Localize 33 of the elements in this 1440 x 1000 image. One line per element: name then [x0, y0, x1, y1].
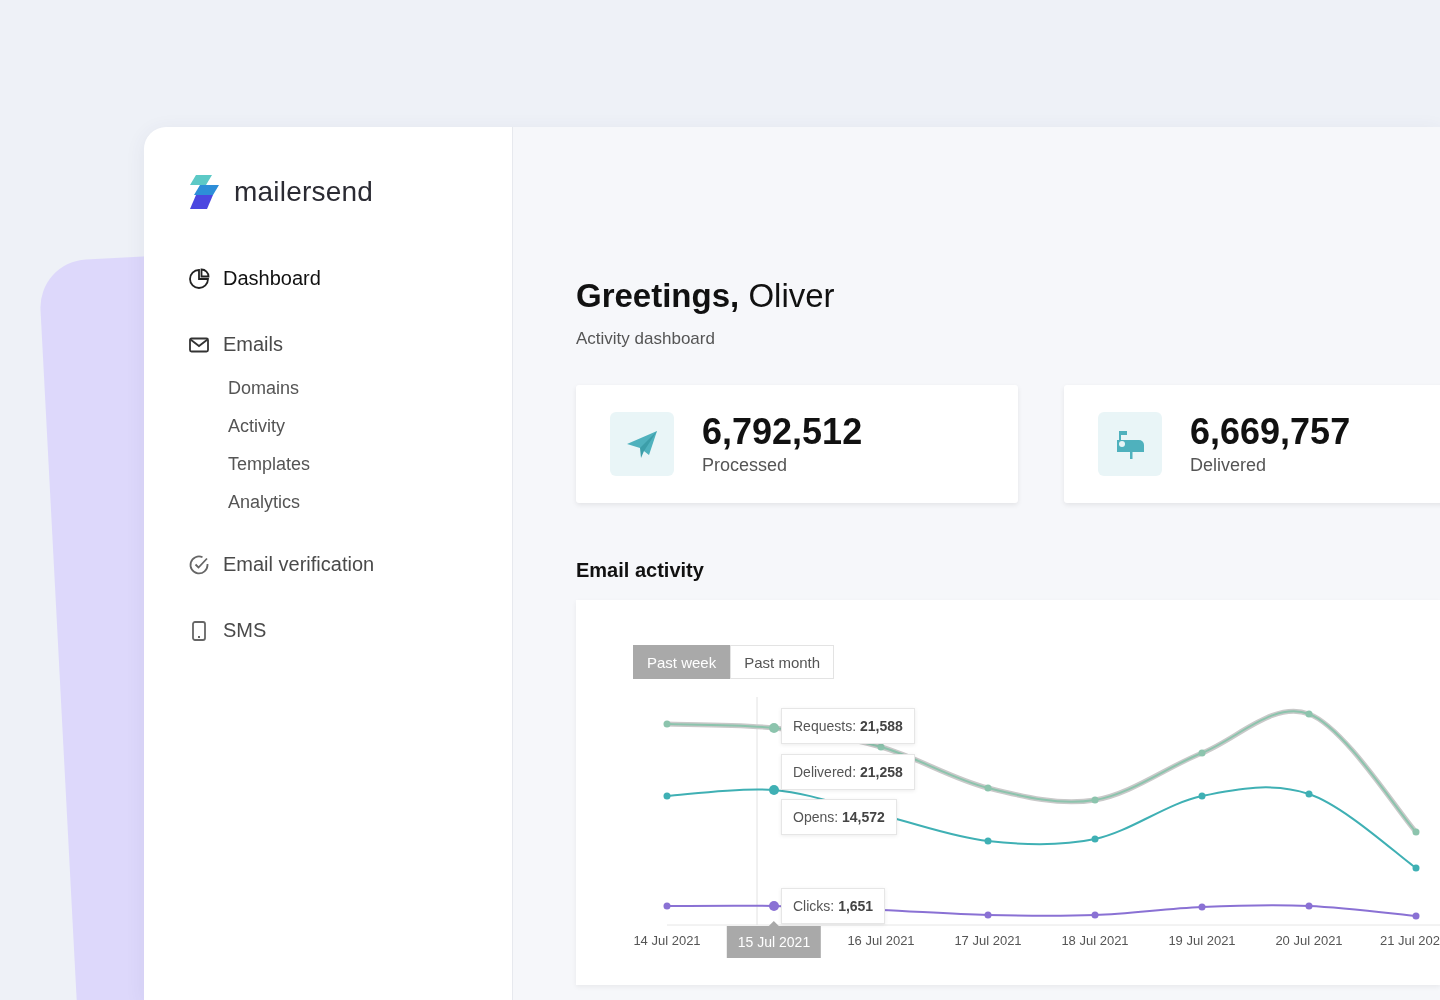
x-axis-label: 20 Jul 2021 — [1275, 933, 1343, 948]
x-axis-label: 18 Jul 2021 — [1061, 933, 1129, 948]
x-axis-label: 14 Jul 2021 — [633, 933, 701, 948]
nav-item[interactable]: Email verification — [188, 553, 375, 576]
nav-subitem[interactable]: Domains — [228, 378, 300, 399]
greeting-heading: Greetings, Oliver — [576, 277, 836, 315]
check-circle-icon — [188, 553, 210, 576]
tooltip-pointer-icon — [769, 921, 779, 926]
x-axis-label: 16 Jul 2021 — [847, 933, 915, 948]
nav-item[interactable]: SMS — [188, 619, 267, 642]
chart-tooltip: Delivered: 21,258 — [781, 754, 915, 790]
x-axis-label: 17 Jul 2021 — [954, 933, 1022, 948]
chart-tooltip: Clicks: 1,651 — [781, 888, 886, 924]
x-axis-label: 19 Jul 2021 — [1168, 933, 1236, 948]
chart-tooltip: Opens: 14,572 — [781, 799, 897, 835]
nav-subitem[interactable]: Activity — [228, 416, 285, 437]
x-axis-label: 21 Jul 202 — [1380, 933, 1440, 948]
page-subtitle: Activity dashboard — [576, 329, 716, 349]
paper-plane-icon — [625, 429, 659, 459]
logo-icon — [188, 175, 222, 209]
chart-tooltip: Requests: 21,588 — [781, 708, 915, 744]
stat-value: 6,669,757 — [1190, 411, 1351, 452]
stat-label: Delivered — [1190, 455, 1268, 477]
nav-item[interactable]: Emails — [188, 333, 283, 356]
pie-chart-icon — [188, 267, 210, 290]
section-title: Email activity — [576, 559, 705, 582]
range-tab[interactable]: Past month — [730, 645, 835, 679]
nav-item[interactable]: Dashboard — [188, 267, 321, 290]
stat-value: 6,792,512 — [702, 411, 863, 452]
logo-text: mailersend — [234, 176, 373, 208]
stat-label: Processed — [702, 455, 789, 477]
nav-subitem[interactable]: Analytics — [228, 492, 301, 513]
nav-subitem[interactable]: Templates — [228, 454, 311, 475]
